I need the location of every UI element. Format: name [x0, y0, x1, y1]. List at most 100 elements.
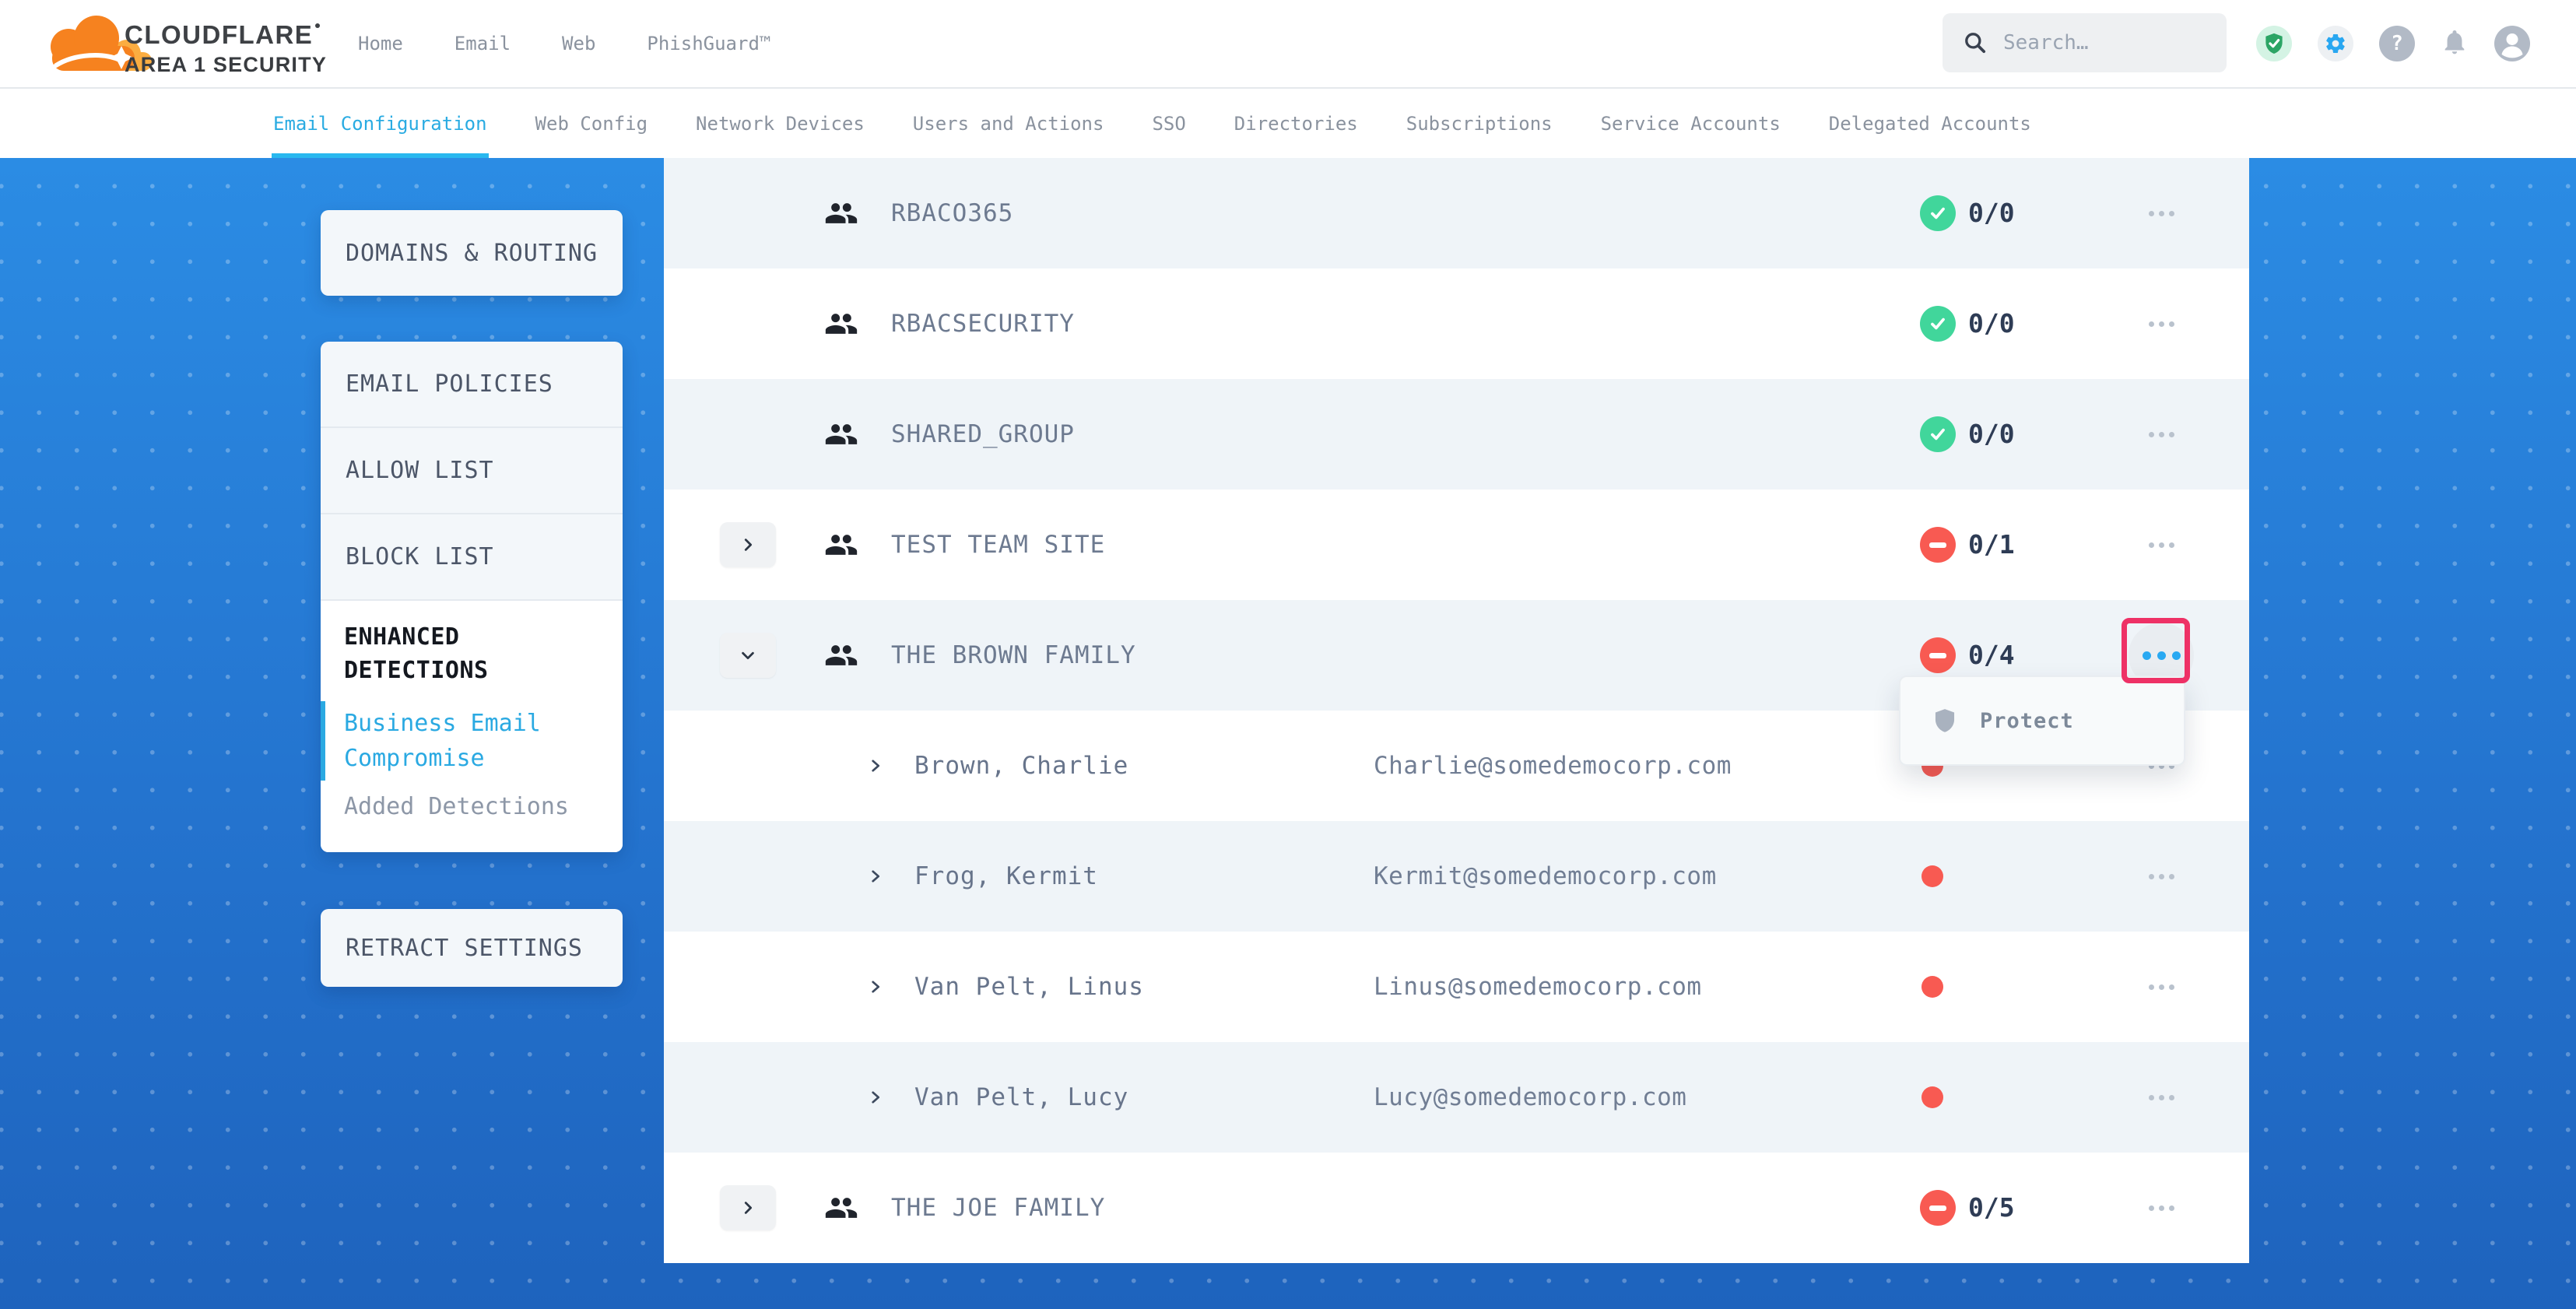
protected-count: 0/0 [1968, 268, 2015, 379]
shield-status-icon[interactable] [2256, 26, 2292, 61]
protected-count: 0/1 [1968, 490, 2015, 600]
sidebar-item-retract-settings[interactable]: RETRACT SETTINGS [321, 909, 623, 987]
nav-web[interactable]: Web [562, 33, 595, 54]
nav-phishguard[interactable]: PhishGuard™ [647, 33, 770, 54]
primary-nav: Home Email Web PhishGuard™ [358, 0, 770, 87]
member-chevron-icon[interactable] [868, 758, 883, 774]
group-name: THE JOE FAMILY [891, 1153, 1105, 1263]
trademark-dot [315, 23, 320, 28]
protected-count: 0/0 [1968, 379, 2015, 490]
help-icon[interactable]: ? [2379, 26, 2415, 61]
sidebar-item-allow-list[interactable]: ALLOW LIST [321, 428, 623, 514]
row-actions-menu-icon[interactable] [2139, 1153, 2183, 1263]
status-minus-badge [1920, 1190, 1956, 1226]
member-email: Linus@somedemocorp.com [1374, 932, 1702, 1042]
protected-count: 0/5 [1968, 1153, 2015, 1263]
tab-users-and-actions[interactable]: Users and Actions [913, 89, 1104, 158]
expand-row-button[interactable] [720, 522, 776, 567]
member-email: Lucy@somedemocorp.com [1374, 1042, 1686, 1153]
tab-web-config[interactable]: Web Config [535, 89, 648, 158]
tab-directories[interactable]: Directories [1234, 89, 1358, 158]
table-row-group[interactable]: SHARED_GROUP 0/0 [664, 379, 2249, 490]
table-row-group[interactable]: THE JOE FAMILY 0/5 [664, 1153, 2249, 1263]
table-row-member[interactable]: Frog, Kermit Kermit@somedemocorp.com [664, 821, 2249, 932]
member-chevron-icon[interactable] [868, 1090, 883, 1105]
notifications-bell-icon[interactable] [2441, 27, 2469, 60]
group-name: SHARED_GROUP [891, 379, 1075, 490]
row-actions-menu-icon[interactable] [2139, 1042, 2183, 1153]
brand-subtitle: AREA 1 SECURITY [125, 54, 327, 75]
active-item-indicator-bar [321, 701, 325, 781]
group-people-icon [823, 307, 859, 341]
sidebar-item-added-detections[interactable]: Added Detections [344, 793, 599, 820]
tab-email-configuration[interactable]: Email Configuration [273, 89, 487, 158]
sidebar-section-enhanced-detections: ENHANCED DETECTIONS Business Email Compr… [321, 601, 623, 852]
group-name: TEST TEAM SITE [891, 490, 1105, 600]
row-actions-menu-icon[interactable] [2139, 379, 2183, 490]
sidebar-item-block-list[interactable]: BLOCK LIST [321, 514, 623, 601]
unprotected-dot [1921, 976, 1943, 998]
brand-wordmark: CLOUDFLARE AREA 1 SECURITY [125, 22, 327, 75]
member-chevron-icon[interactable] [868, 869, 883, 884]
status-check-badge [1920, 195, 1956, 231]
member-email: Charlie@somedemocorp.com [1374, 711, 1732, 821]
unprotected-dot [1921, 865, 1943, 887]
member-chevron-icon[interactable] [868, 979, 883, 995]
row-actions-menu-icon[interactable] [2139, 932, 2183, 1042]
group-name: THE BROWN FAMILY [891, 600, 1136, 711]
sidebar-item-business-email-compromise[interactable]: Business Email Compromise [344, 706, 562, 776]
search-input[interactable] [2002, 30, 2207, 55]
status-minus-badge [1920, 527, 1956, 563]
menu-item-protect[interactable]: Protect [1980, 709, 2074, 733]
tab-sso[interactable]: SSO [1152, 89, 1185, 158]
table-row-group[interactable]: TEST TEAM SITE 0/1 [664, 490, 2249, 600]
row-actions-menu-icon[interactable] [2139, 158, 2183, 268]
tab-network-devices[interactable]: Network Devices [696, 89, 865, 158]
member-name: Frog, Kermit [914, 821, 1098, 932]
row-context-menu: Protect [1899, 676, 2185, 766]
search-box[interactable] [1943, 13, 2227, 72]
group-name: RBACSECURITY [891, 268, 1075, 379]
protected-count: 0/0 [1968, 158, 2015, 268]
group-people-icon [823, 417, 859, 451]
group-name: RBACO365 [891, 158, 1013, 268]
table-row-group[interactable]: RBACSECURITY 0/0 [664, 268, 2249, 379]
tab-delegated-accounts[interactable]: Delegated Accounts [1829, 89, 2031, 158]
tab-subscriptions[interactable]: Subscriptions [1406, 89, 1553, 158]
member-email: Kermit@somedemocorp.com [1374, 821, 1717, 932]
status-check-badge [1920, 306, 1956, 342]
group-people-icon [823, 638, 859, 672]
group-people-icon [823, 1191, 859, 1225]
app-root: CLOUDFLARE AREA 1 SECURITY Home Email We… [0, 0, 2576, 1309]
member-name: Brown, Charlie [914, 711, 1128, 821]
table-row-member[interactable]: Van Pelt, Lucy Lucy@somedemocorp.com [664, 1042, 2249, 1153]
sidebar-item-domains-routing[interactable]: DOMAINS & ROUTING [321, 210, 623, 296]
table-row-member[interactable]: Van Pelt, Linus Linus@somedemocorp.com [664, 932, 2249, 1042]
secondary-tab-bar: Email Configuration Web Config Network D… [0, 89, 2576, 158]
header-icon-cluster: ? [2256, 26, 2530, 61]
sidebar-policies-card: EMAIL POLICIES ALLOW LIST BLOCK LIST ENH… [321, 342, 623, 852]
collapse-row-button[interactable] [720, 633, 776, 678]
top-header: CLOUDFLARE AREA 1 SECURITY Home Email We… [0, 0, 2576, 89]
nav-email[interactable]: Email [454, 33, 511, 54]
tab-service-accounts[interactable]: Service Accounts [1601, 89, 1781, 158]
shield-icon [1932, 706, 1958, 735]
account-icon[interactable] [2494, 26, 2530, 61]
group-people-icon [823, 528, 859, 562]
enhanced-detections-title[interactable]: ENHANCED DETECTIONS [344, 621, 577, 687]
status-check-badge [1920, 416, 1956, 452]
nav-home[interactable]: Home [358, 33, 403, 54]
row-actions-menu-icon[interactable] [2139, 490, 2183, 600]
table-row-group[interactable]: RBACO365 0/0 [664, 158, 2249, 268]
member-name: Van Pelt, Linus [914, 932, 1144, 1042]
brand-name: CLOUDFLARE [125, 20, 313, 49]
row-actions-menu-icon[interactable] [2139, 821, 2183, 932]
expand-row-button[interactable] [720, 1185, 776, 1230]
sidebar-item-email-policies[interactable]: EMAIL POLICIES [321, 342, 623, 428]
group-people-icon [823, 196, 859, 230]
click-target-highlight-box [2122, 618, 2190, 683]
member-name: Van Pelt, Lucy [914, 1042, 1128, 1153]
settings-gear-icon[interactable] [2318, 26, 2353, 61]
row-actions-menu-icon[interactable] [2139, 268, 2183, 379]
unprotected-dot [1921, 1086, 1943, 1108]
